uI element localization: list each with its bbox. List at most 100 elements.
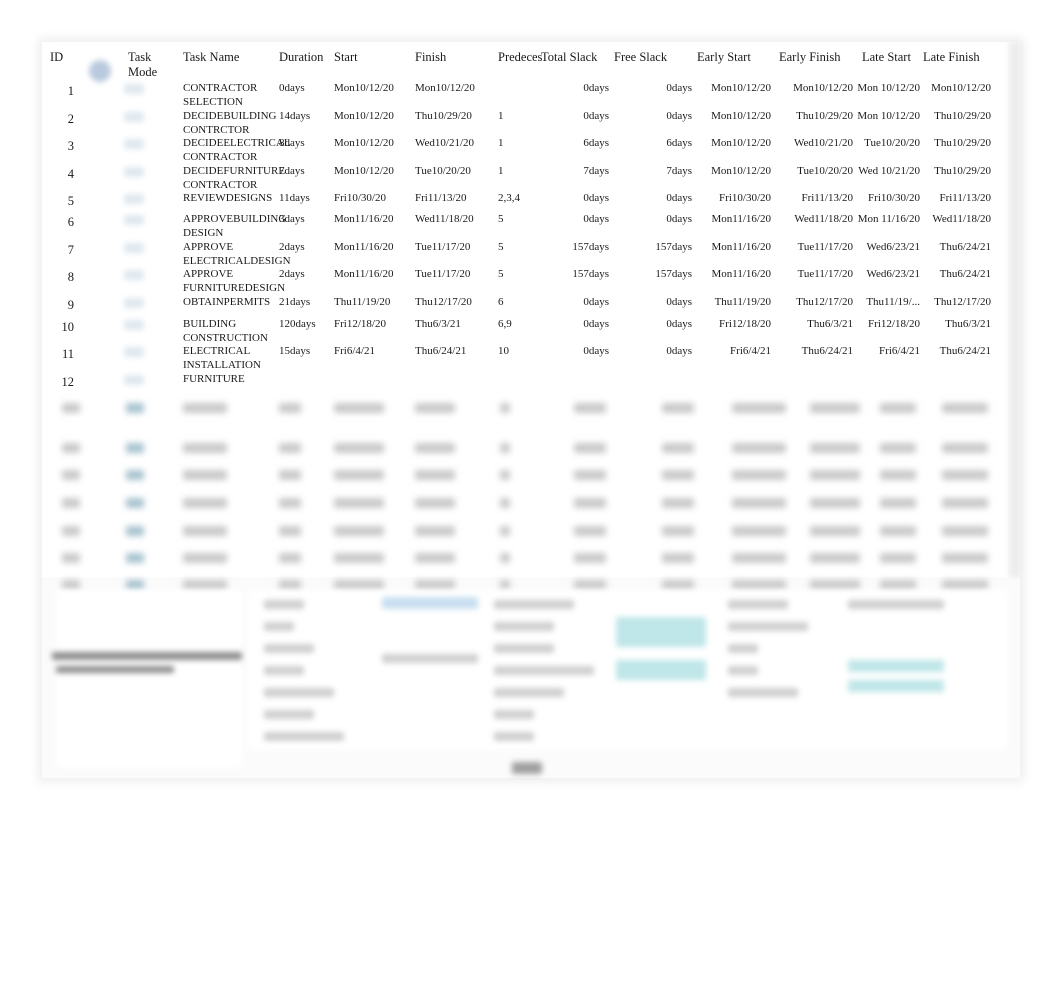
blurred-field[interactable]: [848, 660, 944, 672]
cell-id[interactable]: 8: [42, 270, 74, 285]
cell-late-finish[interactable]: Wed11/18/20: [923, 213, 991, 227]
cell-early-finish[interactable]: Fri11/13/20: [779, 192, 853, 206]
cell-total-slack[interactable]: 7days: [541, 165, 609, 179]
header-late-finish[interactable]: Late Finish: [923, 50, 980, 65]
cell-early-start[interactable]: Mon11/16/20: [697, 241, 772, 255]
cell-predecessors[interactable]: 5: [498, 213, 504, 227]
cell-early-start[interactable]: Mon10/12/20: [697, 137, 771, 151]
blurred-button[interactable]: [512, 762, 542, 774]
cell-task-name[interactable]: DECIDEFURNITURE CONTRACTOR: [183, 165, 285, 192]
cell-free-slack[interactable]: 7days: [614, 165, 692, 179]
cell-finish[interactable]: Tue10/20/20: [415, 165, 471, 179]
cell-early-finish[interactable]: Tue11/17/20: [779, 268, 853, 282]
cell-start[interactable]: Mon10/12/20: [334, 82, 394, 96]
cell-task-name[interactable]: REVIEWDESIGNS: [183, 192, 279, 206]
cell-predecessors[interactable]: 1: [498, 165, 504, 179]
cell-duration[interactable]: 120days: [279, 318, 316, 332]
cell-total-slack[interactable]: 0days: [541, 213, 609, 227]
header-early-finish[interactable]: Early Finish: [779, 50, 840, 65]
cell-early-start[interactable]: Mon10/12/20: [697, 110, 771, 124]
cell-early-start[interactable]: Mon10/12/20: [697, 165, 771, 179]
cell-predecessors[interactable]: 5: [498, 268, 504, 282]
cell-start[interactable]: Thu11/19/20: [334, 296, 390, 310]
cell-duration[interactable]: 7days: [279, 165, 305, 179]
cell-duration[interactable]: 0days: [279, 82, 305, 96]
cell-task-name[interactable]: OBTAINPERMITS: [183, 296, 279, 310]
cell-predecessors[interactable]: 1: [498, 110, 504, 124]
cell-start[interactable]: Mon11/16/20: [334, 268, 394, 282]
cell-start[interactable]: Fri10/30/20: [334, 192, 386, 206]
cell-duration[interactable]: 14days: [279, 110, 310, 124]
cell-late-finish[interactable]: Thu6/24/21: [923, 268, 991, 282]
cell-free-slack[interactable]: 0days: [614, 213, 692, 227]
cell-task-name[interactable]: APPROVE FURNITUREDESIGN: [183, 268, 285, 295]
cell-late-start[interactable]: Mon 10/12/20: [854, 82, 920, 96]
cell-task-name[interactable]: BUILDING CONSTRUCTION: [183, 318, 279, 345]
cell-start[interactable]: Fri6/4/21: [334, 345, 375, 359]
cell-task-name[interactable]: APPROVE ELECTRICALDESIGN: [183, 241, 291, 268]
cell-early-start[interactable]: Thu11/19/20: [697, 296, 771, 310]
cell-id[interactable]: 12: [42, 375, 75, 390]
cell-free-slack[interactable]: 0days: [614, 318, 692, 332]
cell-free-slack[interactable]: 6days: [614, 137, 692, 151]
header-late-start[interactable]: Late Start: [862, 50, 911, 65]
cell-early-start[interactable]: Mon11/16/20: [697, 213, 772, 227]
cell-duration[interactable]: 15days: [279, 345, 310, 359]
cell-late-finish[interactable]: Thu6/3/21: [923, 318, 991, 332]
cell-late-start[interactable]: Wed6/23/21: [854, 241, 921, 255]
cell-task-name[interactable]: DECIDEBUILDING CONTRCTOR: [183, 110, 279, 137]
cell-id[interactable]: 11: [42, 347, 74, 362]
cell-late-finish[interactable]: Thu10/29/20: [923, 110, 991, 124]
cell-predecessors[interactable]: 6: [498, 296, 504, 310]
cell-late-finish[interactable]: Thu10/29/20: [923, 137, 991, 151]
cell-predecessors[interactable]: 1: [498, 137, 504, 151]
blurred-field[interactable]: [616, 617, 706, 647]
cell-early-finish[interactable]: Tue11/17/20: [779, 241, 853, 255]
cell-id[interactable]: 10: [42, 320, 75, 335]
cell-total-slack[interactable]: 0days: [541, 110, 609, 124]
cell-total-slack[interactable]: 157days: [541, 241, 609, 255]
cell-early-finish[interactable]: Thu6/24/21: [779, 345, 853, 359]
cell-late-start[interactable]: Mon 11/16/20: [854, 213, 920, 227]
cell-late-finish[interactable]: Thu10/29/20: [923, 165, 991, 179]
cell-early-finish[interactable]: Thu12/17/20: [779, 296, 853, 310]
cell-finish[interactable]: Tue11/17/20: [415, 268, 470, 282]
header-free-slack[interactable]: Free Slack: [614, 50, 667, 65]
cell-late-finish[interactable]: Mon10/12/20: [923, 82, 991, 96]
cell-early-start[interactable]: Fri10/30/20: [697, 192, 771, 206]
cell-free-slack[interactable]: 0days: [614, 296, 692, 310]
cell-predecessors[interactable]: 5: [498, 241, 504, 255]
cell-id[interactable]: 6: [42, 215, 74, 230]
cell-early-finish[interactable]: Wed10/21/20: [779, 137, 853, 151]
table-row-blurred[interactable]: [42, 520, 1008, 546]
cell-early-start[interactable]: Mon10/12/20: [697, 82, 771, 96]
header-id[interactable]: ID: [50, 50, 63, 65]
cell-duration[interactable]: 2days: [279, 268, 305, 282]
cell-id[interactable]: 9: [42, 298, 74, 313]
cell-late-start[interactable]: Fri12/18/20: [854, 318, 920, 332]
cell-task-name[interactable]: ELECTRICAL INSTALLATION: [183, 345, 279, 372]
cell-start[interactable]: Mon11/16/20: [334, 213, 394, 227]
header-total-slack[interactable]: Total Slack: [541, 50, 597, 65]
cell-late-finish[interactable]: Thu12/17/20: [923, 296, 991, 310]
cell-start[interactable]: Mon10/12/20: [334, 137, 394, 151]
cell-free-slack[interactable]: 0days: [614, 82, 692, 96]
cell-free-slack[interactable]: 0days: [614, 110, 692, 124]
cell-id[interactable]: 4: [42, 167, 74, 182]
header-finish[interactable]: Finish: [415, 50, 446, 65]
cell-late-start[interactable]: Fri10/30/20: [854, 192, 920, 206]
cell-id[interactable]: 2: [42, 112, 74, 127]
cell-late-start[interactable]: Wed6/23/21: [854, 268, 921, 282]
header-early-start[interactable]: Early Start: [697, 50, 751, 65]
cell-start[interactable]: Mon10/12/20: [334, 110, 394, 124]
table-row-blurred[interactable]: [42, 397, 1008, 423]
cell-late-start[interactable]: Wed 10/21/20: [854, 165, 920, 179]
cell-duration[interactable]: 21days: [279, 296, 310, 310]
cell-id[interactable]: 1: [42, 84, 74, 99]
cell-finish[interactable]: Fri11/13/20: [415, 192, 467, 206]
cell-duration[interactable]: 8days: [279, 137, 305, 151]
cell-total-slack[interactable]: 0days: [541, 192, 609, 206]
cell-predecessors[interactable]: 10: [498, 345, 509, 359]
cell-id[interactable]: 5: [42, 194, 74, 209]
table-row-blurred[interactable]: [42, 547, 1008, 573]
